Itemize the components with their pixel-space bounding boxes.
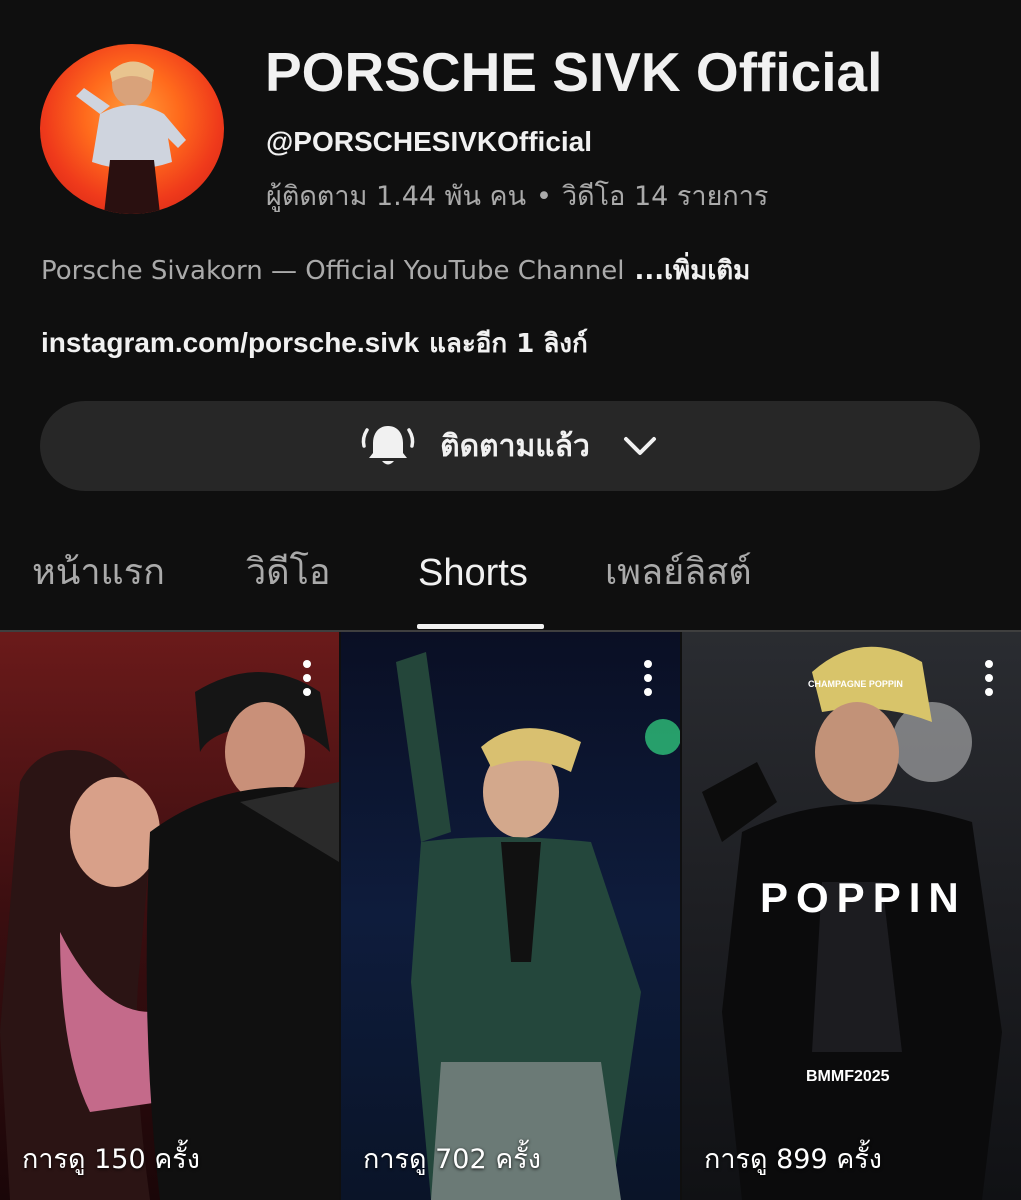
instagram-link[interactable]: instagram.com/porsche.sivk [41,327,419,358]
short-thumbnail [0,632,339,1200]
tab-home[interactable]: หน้าแรก [32,550,165,596]
channel-tabs: หน้าแรก วิดีโอ Shorts เพลย์ลิสต์ [0,530,1021,630]
description-text: Porsche Sivakorn — Official YouTube Chan… [41,256,625,286]
subscriber-count: ผู้ติดตาม 1.44 พัน คน [266,181,527,212]
avatar-image [76,61,186,214]
tab-shorts[interactable]: Shorts [418,550,528,596]
more-options-icon[interactable] [292,656,322,700]
subscribed-button[interactable]: ติดตามแล้ว [40,401,980,491]
tab-playlists[interactable]: เพลย์ลิสต์ [605,550,752,596]
chevron-down-icon [623,437,656,455]
subscribed-label: ติดตามแล้ว [440,428,590,464]
more-options-icon[interactable] [633,656,663,700]
short-card[interactable]: การดู 702 ครั้ง [341,632,680,1200]
short-card[interactable]: การดู 150 ครั้ง [0,632,339,1200]
shorts-grid: การดู 150 ครั้ง การดู 702 ครั้ง CHAMPAGN… [0,632,1021,1200]
more-link[interactable]: ...เพิ่มเติม [635,256,751,286]
channel-handle: @PORSCHESIVKOfficial [266,126,593,157]
channel-stats: ผู้ติดตาม 1.44 พัน คน • วิดีโอ 14 รายการ [266,178,768,216]
video-count: วิดีโอ 14 รายการ [561,181,769,212]
short-thumbnail [341,632,680,1200]
view-count: การดู 702 ครั้ง [363,1144,541,1175]
stats-separator: • [536,181,552,212]
channel-avatar[interactable] [40,44,224,214]
channel-title: PORSCHE SIVK Official [265,41,883,103]
more-options-icon[interactable] [974,656,1004,700]
overlay-small-text: CHAMPAGNE POPPIN [808,679,903,689]
view-count: การดู 899 ครั้ง [704,1144,882,1175]
channel-description[interactable]: Porsche Sivakorn — Official YouTube Chan… [41,252,750,290]
tab-videos[interactable]: วิดีโอ [246,550,331,596]
overlay-footer: BMMF2025 [806,1068,890,1085]
overlay-title: POPPIN [760,874,967,921]
more-links[interactable]: และอีก 1 ลิงก์ [429,329,588,359]
view-count: การดู 150 ครั้ง [22,1144,200,1175]
short-card[interactable]: CHAMPAGNE POPPIN POPPIN BMMF2025 การดู 8… [682,632,1021,1200]
bell-icon [361,426,415,465]
active-tab-indicator [417,624,544,629]
channel-links[interactable]: instagram.com/porsche.sivk และอีก 1 ลิงก์ [41,324,588,363]
